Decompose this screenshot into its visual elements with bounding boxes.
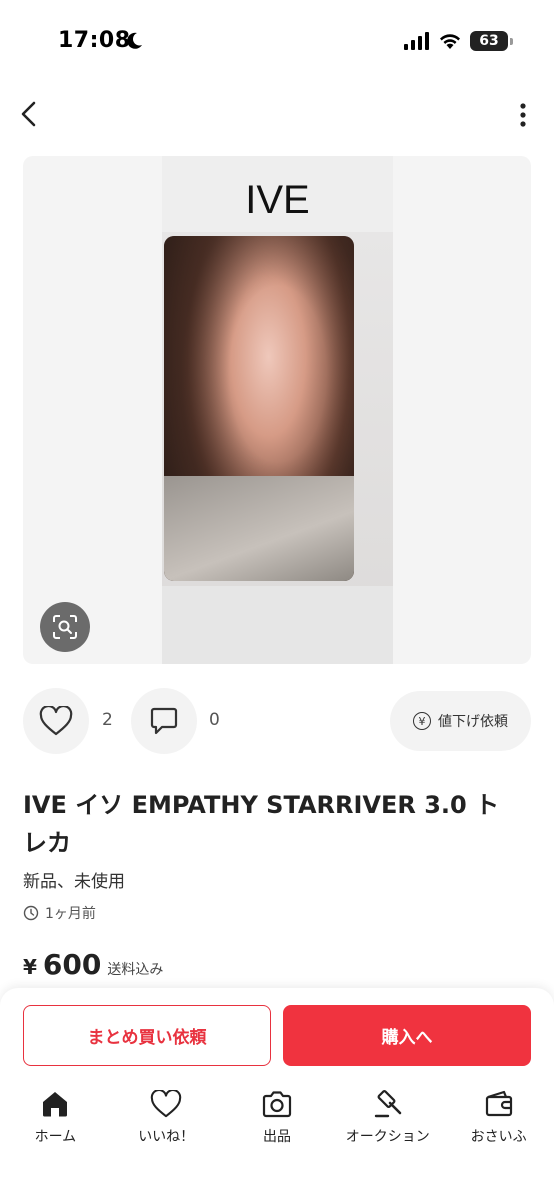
comment-button[interactable]: [131, 688, 197, 754]
photocard-sweater: [164, 476, 354, 581]
buy-button[interactable]: 購入へ: [283, 1005, 531, 1066]
image-search-button[interactable]: [40, 602, 90, 652]
tab-likes-label: いいね！: [138, 1129, 195, 1145]
wallet-icon: [485, 1090, 512, 1117]
battery-indicator: 63: [470, 31, 513, 51]
back-icon[interactable]: [18, 100, 42, 128]
wifi-icon: [440, 34, 460, 49]
item-price: 600: [42, 948, 102, 981]
heart-icon: [150, 1090, 182, 1118]
tab-wallet[interactable]: おさいふ: [443, 1088, 554, 1158]
status-time: 17:08: [58, 28, 131, 53]
signal-icon: [404, 32, 429, 50]
clock-icon: [23, 905, 39, 921]
comment-icon: [150, 707, 178, 735]
yen-icon: ¥: [413, 712, 431, 730]
like-button[interactable]: [23, 688, 89, 754]
gavel-icon: [374, 1090, 402, 1118]
item-condition: 新品、未使用: [23, 872, 125, 892]
tab-bar: ホーム いいね！ 出品 オークション おさいふ: [0, 1088, 554, 1158]
tab-home[interactable]: ホーム: [0, 1088, 111, 1158]
photocard: [164, 236, 354, 581]
posted-time: 1ヶ月前: [23, 903, 96, 923]
status-indicators: 63: [404, 31, 513, 51]
heart-icon: [39, 706, 73, 736]
top-nav: [0, 90, 554, 138]
photo-sleeve-bottom: [162, 586, 393, 664]
comment-count: 0: [209, 710, 220, 730]
tab-sell-label: 出品: [262, 1129, 291, 1145]
tab-auction[interactable]: オークション: [332, 1088, 443, 1158]
currency-symbol: ¥: [23, 955, 37, 979]
like-count: 2: [102, 710, 113, 730]
price-drop-request-button[interactable]: ¥ 値下げ依頼: [390, 691, 531, 751]
bundle-request-button[interactable]: まとめ買い依頼: [23, 1005, 271, 1066]
item-actions: 2 0 ¥ 値下げ依頼: [0, 688, 554, 754]
more-options-icon[interactable]: [518, 102, 528, 128]
tab-auction-label: オークション: [345, 1129, 430, 1145]
tab-likes[interactable]: いいね！: [111, 1088, 222, 1158]
tab-wallet-label: おさいふ: [470, 1129, 527, 1145]
status-bar: 17:08 63: [0, 0, 554, 86]
product-image-area[interactable]: IVE: [23, 156, 531, 664]
bottom-bar: まとめ買い依頼 購入へ ホーム いいね！ 出品 オークション おさいふ: [0, 988, 554, 1200]
image-search-icon: [53, 615, 77, 639]
tab-home-label: ホーム: [34, 1129, 77, 1145]
home-icon: [43, 1092, 68, 1117]
camera-icon: [262, 1091, 292, 1118]
photo-label: IVE: [245, 178, 310, 222]
price-row: ¥ 600 送料込み: [23, 948, 163, 981]
moon-icon: [127, 32, 142, 49]
battery-level: 63: [479, 33, 499, 49]
shipping-included: 送料込み: [107, 962, 164, 978]
price-drop-label: 値下げ依頼: [438, 714, 508, 730]
tab-sell[interactable]: 出品: [222, 1088, 333, 1158]
product-photo: IVE: [162, 156, 393, 664]
item-title: IVE イソ EMPATHY STARRIVER 3.0 トレカ: [23, 791, 500, 857]
posted-time-label: 1ヶ月前: [45, 906, 96, 922]
